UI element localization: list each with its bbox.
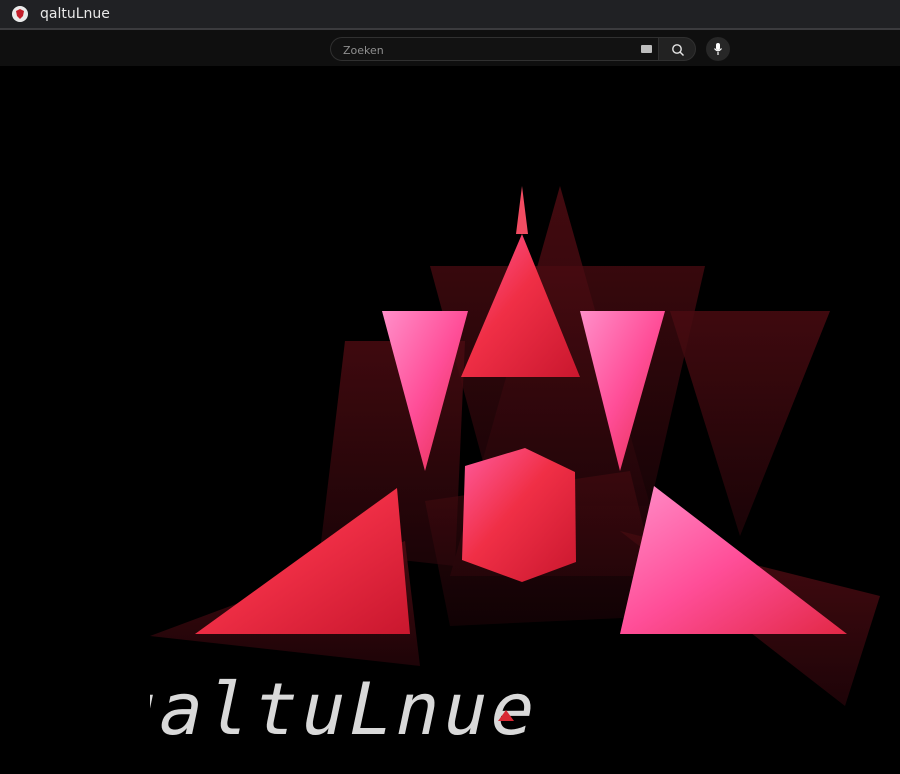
- keyboard-icon[interactable]: [641, 45, 652, 53]
- window-titlebar: qaltuLnue: [0, 0, 900, 30]
- video-player[interactable]: qaltuLnue: [0, 66, 900, 774]
- svg-text:qaltuLnue: qaltuLnue: [150, 668, 548, 752]
- search-icon: [672, 44, 684, 56]
- logo-artwork: qaltuLnue: [150, 186, 880, 752]
- mic-icon: [714, 43, 722, 55]
- search-input[interactable]: [341, 38, 635, 62]
- shield-icon: [12, 6, 28, 22]
- top-search-bar: [0, 30, 900, 66]
- voice-search-button[interactable]: [706, 37, 730, 61]
- search-button[interactable]: [658, 37, 696, 61]
- search-box[interactable]: [330, 37, 658, 62]
- window-title: qaltuLnue: [40, 6, 110, 22]
- logo-wordmark: qaltuLnue: [150, 668, 548, 752]
